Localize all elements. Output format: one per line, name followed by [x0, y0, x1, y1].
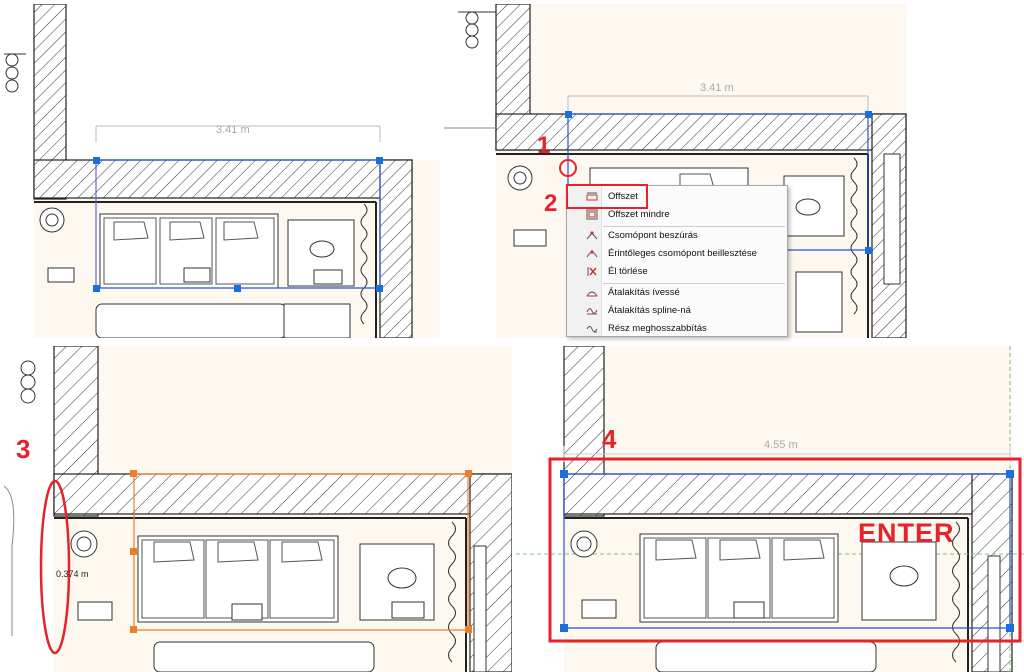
step-1-label: 1 — [537, 132, 551, 159]
floorplan-canvas[interactable] — [516, 346, 1024, 672]
panel-top-left: 3.41 m — [4, 4, 440, 338]
menu-item-arc-convert[interactable]: Átalakítás ívessé — [567, 284, 787, 302]
menu-item-label: Offszet mindre — [608, 209, 670, 220]
spline-convert-icon — [586, 308, 598, 315]
menu-item-label: Érintőleges csomópont beillesztése — [608, 248, 757, 259]
delete-edge-icon — [587, 267, 597, 276]
menu-item-delete-edge[interactable]: Él törlése — [567, 263, 787, 281]
step-3-label: 3 — [16, 434, 31, 464]
menu-item-spline-convert[interactable]: Átalakítás spline-ná — [567, 302, 787, 320]
wall — [33, 159, 413, 199]
dimension-label: 3.41 m — [700, 82, 734, 94]
floorplan-canvas[interactable] — [4, 346, 512, 672]
offset-all-icon — [586, 209, 598, 220]
menu-item-label: Rész meghosszabbítás — [608, 323, 707, 334]
step-4-label: 4 — [602, 424, 617, 454]
dimension-label: 4.55 m — [764, 439, 798, 451]
lamp — [39, 207, 65, 233]
menu-item-label: Átalakítás ívessé — [608, 287, 680, 298]
menu-item-label: Él törlése — [608, 266, 648, 277]
panel-bottom-right: 4.55 m — [516, 346, 1024, 672]
menu-item-label: Átalakítás spline-ná — [608, 305, 691, 316]
insert-node-icon — [586, 231, 598, 240]
tangent-node-icon — [586, 250, 598, 258]
highlight-offset-item — [566, 184, 648, 209]
step-2-label: 2 — [544, 190, 558, 217]
panel-bottom-left — [4, 346, 512, 672]
menu-item-insert-node[interactable]: Csomópont beszúrás — [567, 227, 787, 245]
floorplan-canvas[interactable] — [4, 4, 440, 338]
wall — [379, 159, 413, 338]
menu-item-label: Csomópont beszúrás — [608, 230, 698, 241]
extend-segment-icon — [586, 326, 598, 333]
menu-item-tangent-node[interactable]: Érintőleges csomópont beillesztése — [567, 245, 787, 263]
arc-convert-icon — [586, 291, 598, 297]
menu-item-extend-segment[interactable]: Rész meghosszabbítás — [567, 320, 787, 338]
enter-key-instruction: ENTER — [858, 518, 955, 548]
offset-distance-readout: 0.374 m — [56, 569, 89, 579]
dimension-label: 3.41 m — [216, 124, 250, 136]
